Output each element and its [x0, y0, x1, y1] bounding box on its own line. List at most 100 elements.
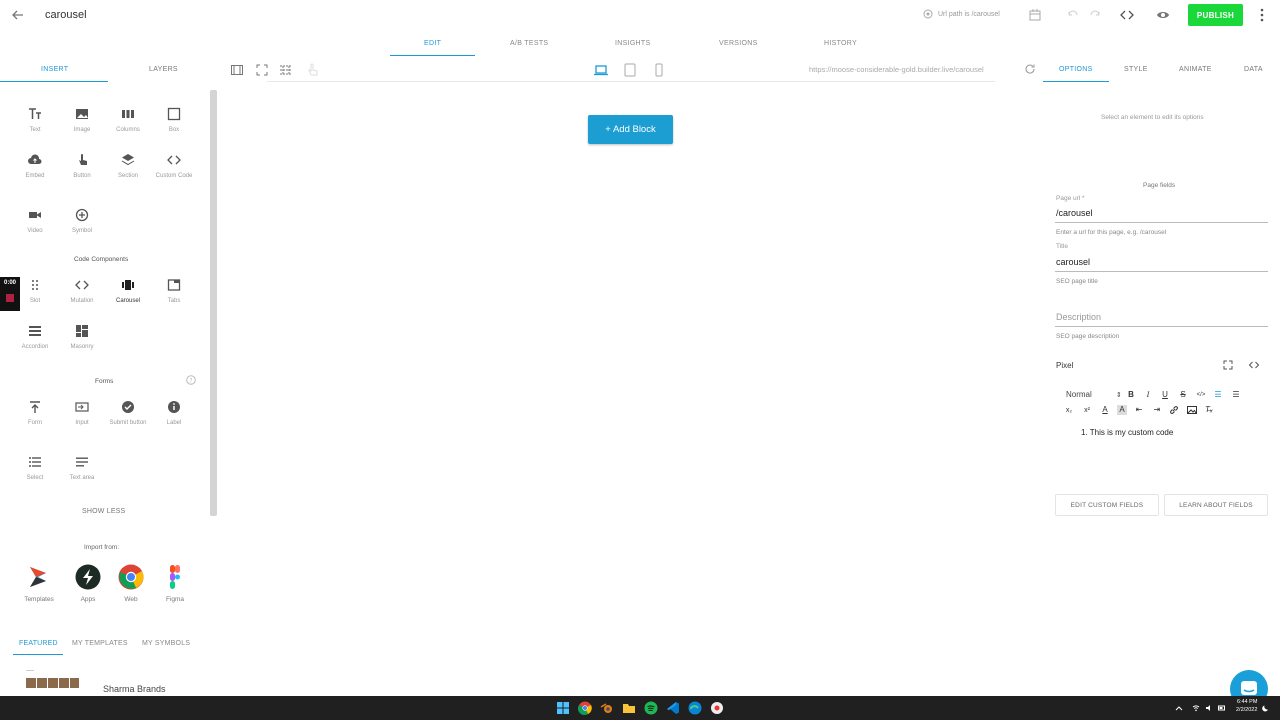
block-button[interactable]: Button	[57, 153, 107, 180]
preview-url-field[interactable]: https://moose-considerable-gold.builder.…	[809, 65, 984, 74]
highlight-icon[interactable]: A	[1117, 405, 1127, 415]
format-select[interactable]: Normal ⇕	[1066, 390, 1122, 399]
import-templates[interactable]: Templates	[19, 564, 59, 603]
undo-icon[interactable]	[1066, 8, 1080, 22]
block-video[interactable]: Video	[10, 208, 60, 235]
bullet-list-icon[interactable]: ☰	[1231, 390, 1241, 400]
tab-insights[interactable]: INSIGHTS	[615, 40, 650, 47]
battery-icon[interactable]	[1218, 704, 1226, 712]
show-less-button[interactable]: SHOW LESS	[82, 508, 125, 515]
form-select[interactable]: Select	[10, 455, 60, 482]
subscript-icon[interactable]: x₂	[1064, 406, 1074, 416]
indent-icon[interactable]: ⇥	[1152, 405, 1162, 415]
tab-data[interactable]: DATA	[1244, 66, 1263, 73]
outdent-icon[interactable]: ⇤	[1134, 405, 1144, 415]
publish-button[interactable]: PUBLISH	[1188, 4, 1243, 26]
grid-icon[interactable]	[279, 63, 293, 77]
component-carousel[interactable]: Carousel	[103, 278, 153, 305]
font-color-icon[interactable]: A	[1100, 405, 1110, 415]
block-section[interactable]: Section	[103, 153, 153, 180]
app-taskbar-icon[interactable]	[710, 701, 724, 715]
title-field[interactable]: carousel	[1056, 257, 1090, 267]
left-panel-scrollbar[interactable]	[210, 90, 217, 516]
tab-animate[interactable]: ANIMATE	[1179, 66, 1212, 73]
block-embed[interactable]: Embed	[10, 153, 60, 180]
speaker-icon[interactable]	[1205, 704, 1213, 712]
touch-disabled-icon[interactable]	[305, 63, 319, 77]
code-icon[interactable]	[1120, 8, 1134, 22]
form-input[interactable]: Input	[57, 400, 107, 427]
tablet-view-icon[interactable]	[623, 63, 637, 77]
edge-taskbar-icon[interactable]	[688, 701, 702, 715]
tab-my-templates[interactable]: MY TEMPLATES	[72, 640, 128, 647]
italic-icon[interactable]: I	[1143, 390, 1153, 400]
blender-taskbar-icon[interactable]	[600, 701, 614, 715]
tab-featured[interactable]: FEATURED	[19, 640, 58, 647]
bold-icon[interactable]: B	[1126, 390, 1136, 400]
add-block-button[interactable]: + Add Block	[588, 115, 673, 144]
chrome-taskbar-icon[interactable]	[578, 701, 592, 715]
form-form[interactable]: Form	[10, 400, 60, 427]
block-columns[interactable]: Columns	[103, 107, 153, 134]
tab-my-symbols[interactable]: MY SYMBOLS	[142, 640, 190, 647]
help-icon[interactable]: ?	[186, 375, 196, 385]
description-field[interactable]: Description	[1056, 312, 1101, 322]
recording-timer[interactable]: 0:00	[0, 277, 20, 311]
ordered-list-icon[interactable]: ☰	[1213, 390, 1223, 400]
block-text[interactable]: Text	[10, 107, 60, 134]
refresh-icon[interactable]	[1024, 63, 1036, 75]
block-image[interactable]: Image	[57, 107, 107, 134]
more-vert-icon[interactable]	[1256, 7, 1268, 23]
frame-icon[interactable]	[230, 63, 244, 77]
clear-format-icon[interactable]: T̶ₓ	[1204, 405, 1214, 415]
windows-start-icon[interactable]	[556, 701, 570, 715]
tab-insert[interactable]: INSERT	[41, 66, 68, 73]
url-path-indicator[interactable]: Url path is /carousel	[922, 8, 1000, 20]
form-submit-button[interactable]: Submit button	[103, 400, 153, 427]
notifications-icon[interactable]	[1262, 704, 1270, 712]
form-label-block[interactable]: Label	[149, 400, 199, 427]
template-name[interactable]: Sharma Brands	[103, 684, 166, 694]
form-text-area[interactable]: Text area	[57, 455, 107, 482]
back-arrow-icon[interactable]	[10, 7, 26, 23]
block-symbol[interactable]: Symbol	[57, 208, 107, 235]
wifi-icon[interactable]	[1192, 704, 1200, 712]
taskbar-clock[interactable]: 6:44 PM 2/2/2022	[1236, 698, 1257, 714]
import-figma[interactable]: Figma	[155, 564, 195, 603]
page-url-field[interactable]: /carousel	[1056, 208, 1093, 218]
tab-history[interactable]: HISTORY	[824, 40, 857, 47]
component-mutation[interactable]: Mutation	[57, 278, 107, 305]
custom-code-content[interactable]: 1. This is my custom code	[1081, 428, 1173, 437]
underline-icon[interactable]: U	[1160, 390, 1170, 400]
component-accordion[interactable]: Accordion	[10, 324, 60, 351]
component-tabs[interactable]: Tabs	[149, 278, 199, 305]
block-custom-code[interactable]: Custom Code	[149, 153, 199, 180]
mobile-view-icon[interactable]	[652, 63, 666, 77]
component-masonry[interactable]: Masonry	[57, 324, 107, 351]
inline-code-icon[interactable]: </>	[1196, 390, 1206, 400]
superscript-icon[interactable]: x²	[1082, 406, 1092, 416]
import-apps[interactable]: Apps	[68, 564, 108, 603]
spotify-taskbar-icon[interactable]	[644, 701, 658, 715]
image-insert-icon[interactable]	[1187, 405, 1197, 415]
preview-eye-icon[interactable]	[1156, 8, 1170, 22]
fullscreen-icon[interactable]	[255, 63, 269, 77]
code-view-icon[interactable]	[1249, 360, 1259, 370]
stop-icon[interactable]	[6, 294, 14, 302]
calendar-icon[interactable]	[1028, 8, 1042, 22]
tab-style[interactable]: STYLE	[1124, 66, 1148, 73]
tab-options[interactable]: OPTIONS	[1059, 66, 1093, 73]
tab-edit[interactable]: EDIT	[424, 40, 441, 47]
learn-about-fields-button[interactable]: LEARN ABOUT FIELDS	[1164, 494, 1268, 516]
block-box[interactable]: Box	[149, 107, 199, 134]
import-web[interactable]: Web	[111, 564, 151, 603]
expand-icon[interactable]	[1223, 360, 1233, 370]
vscode-taskbar-icon[interactable]	[666, 701, 680, 715]
link-icon[interactable]	[1169, 405, 1179, 415]
desktop-view-icon[interactable]	[594, 63, 608, 77]
tab-ab-tests[interactable]: A/B TESTS	[510, 40, 548, 47]
template-thumbnail[interactable]	[24, 670, 80, 692]
tab-versions[interactable]: VERSIONS	[719, 40, 758, 47]
edit-custom-fields-button[interactable]: EDIT CUSTOM FIELDS	[1055, 494, 1159, 516]
file-explorer-taskbar-icon[interactable]	[622, 701, 636, 715]
